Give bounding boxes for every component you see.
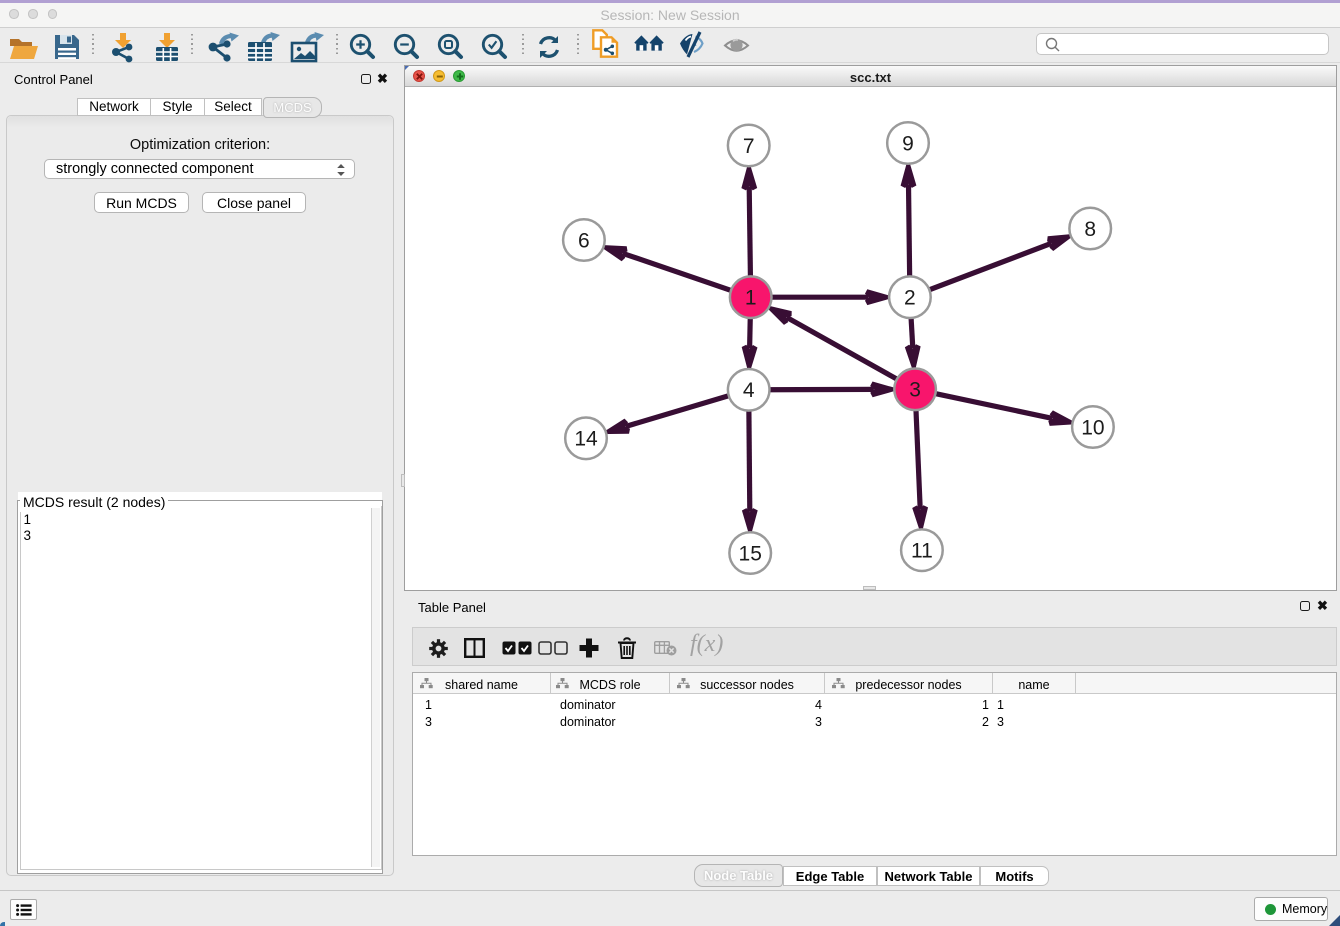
svg-text:9: 9 [902,132,914,155]
svg-text:8: 8 [1084,218,1096,241]
svg-text:15: 15 [739,542,762,565]
svg-text:4: 4 [743,379,755,402]
svg-text:6: 6 [578,229,590,252]
svg-text:11: 11 [911,540,933,563]
svg-text:2: 2 [904,287,916,310]
svg-text:10: 10 [1081,416,1104,439]
svg-text:1: 1 [745,287,757,310]
svg-text:3: 3 [909,379,921,402]
svg-text:7: 7 [743,135,755,158]
svg-text:14: 14 [574,428,598,451]
